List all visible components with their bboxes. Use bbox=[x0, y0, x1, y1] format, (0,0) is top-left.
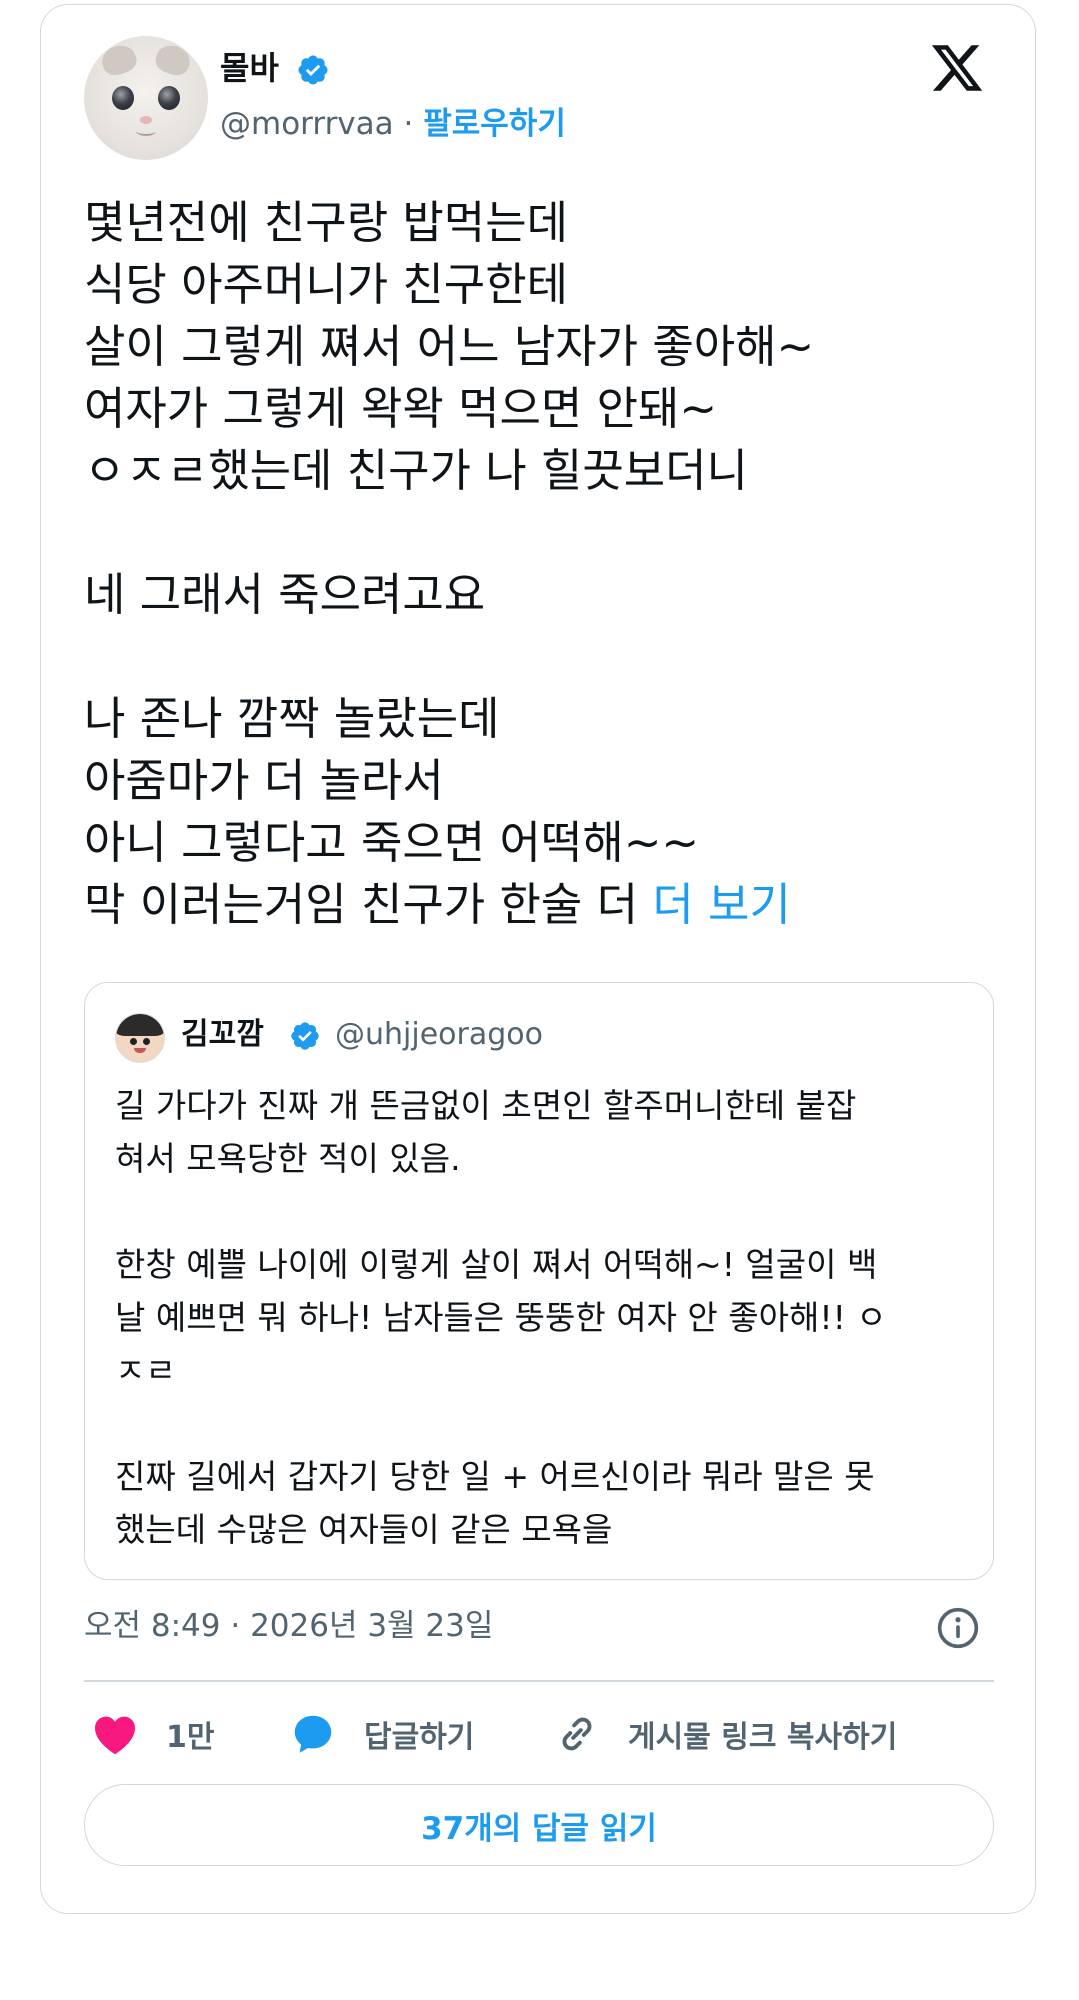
tweet-line: 아니 그렇다고 죽으면 어떡해~~ bbox=[84, 816, 700, 869]
quote-line: 길 가다가 진짜 개 뜬금없이 초면인 할주머니한테 붙잡 bbox=[115, 1086, 857, 1125]
tweet-line: 여자가 그렇게 왁왁 먹으면 안돼~ bbox=[84, 382, 718, 435]
reply-label: 답글하기 bbox=[364, 1720, 475, 1755]
link-icon bbox=[562, 1717, 592, 1751]
like-count: 1만 bbox=[166, 1720, 215, 1755]
read-replies-label: 37개의 답글 읽기 bbox=[421, 1810, 657, 1847]
quote-line: 날 예쁘면 뭐 하나! 남자들은 뚱뚱한 여자 안 좋아해!! ㅇ bbox=[115, 1298, 887, 1337]
quote-text: 길 가다가 진짜 개 뜬금없이 초면인 할주머니한테 붙잡 혀서 모욕당한 적이… bbox=[115, 1079, 965, 1556]
tweet-line: 네 그래서 죽으려고요 bbox=[84, 568, 486, 621]
quote-author-handle: @uhjjeoragoo bbox=[335, 1017, 543, 1052]
heart-icon bbox=[94, 1716, 136, 1755]
reply-bubble-icon bbox=[294, 1715, 332, 1753]
tweet-line: 나 존나 깜짝 놀랐는데 bbox=[84, 692, 500, 745]
author-name[interactable]: 몰바 bbox=[220, 48, 279, 88]
quote-author-avatar bbox=[115, 1013, 165, 1063]
quote-blank-line bbox=[115, 1185, 965, 1238]
quote-line: 했는데 수많은 여자들이 같은 모욕을 bbox=[115, 1510, 613, 1549]
author-avatar[interactable] bbox=[84, 36, 208, 160]
tweet-line: 몇년전에 친구랑 밥먹는데 bbox=[84, 196, 569, 249]
read-replies-button[interactable]: 37개의 답글 읽기 bbox=[84, 1784, 994, 1866]
show-more-link[interactable]: 더 보기 bbox=[652, 878, 791, 931]
verified-badge-icon bbox=[298, 55, 328, 85]
reply-button[interactable]: 답글하기 bbox=[290, 1708, 474, 1760]
quote-author-name: 김꼬깜 bbox=[181, 1017, 264, 1052]
info-icon[interactable] bbox=[936, 1606, 980, 1650]
quote-blank-line bbox=[115, 1397, 965, 1450]
copy-link-label: 게시물 링크 복사하기 bbox=[628, 1720, 898, 1755]
tweet-text: 몇년전에 친구랑 밥먹는데 식당 아주머니가 친구한테 살이 그렇게 쪄서 어느… bbox=[84, 192, 984, 936]
quote-line: 진짜 길에서 갑자기 당한 일 + 어르신이라 뭐라 말은 못 bbox=[115, 1457, 875, 1496]
quote-line: ㅈㄹ bbox=[115, 1351, 176, 1390]
quote-line: 혀서 모욕당한 적이 있음. bbox=[115, 1139, 461, 1178]
quoted-tweet[interactable]: 김꼬깜 @uhjjeoragoo 길 가다가 진짜 개 뜬금없이 초면인 할주머… bbox=[84, 982, 994, 1580]
divider bbox=[84, 1680, 994, 1682]
tweet-line: 식당 아주머니가 친구한테 bbox=[84, 258, 569, 311]
copy-link-button[interactable]: 게시물 링크 복사하기 bbox=[554, 1708, 897, 1760]
separator: · bbox=[403, 106, 414, 142]
author-handle[interactable]: @morrrvaa bbox=[220, 106, 394, 142]
author-handle-row: @morrrvaa · 팔로우하기 bbox=[220, 104, 566, 144]
tweet-line: ㅇㅈㄹ했는데 친구가 나 힐끗보더니 bbox=[84, 444, 748, 497]
tweet-line: 막 이러는거임 친구가 한술 더 bbox=[84, 878, 639, 931]
x-logo-icon[interactable] bbox=[928, 40, 986, 96]
tweet-line: 아줌마가 더 놀라서 bbox=[84, 754, 444, 807]
verified-badge-icon bbox=[291, 1022, 319, 1050]
follow-button[interactable]: 팔로우하기 bbox=[423, 106, 566, 142]
like-button[interactable]: 1만 bbox=[92, 1708, 214, 1760]
tweet-line: 살이 그렇게 쪄서 어느 남자가 좋아해~ bbox=[84, 320, 815, 373]
tweet-last-line: 막 이러는거임 친구가 한술 더 더 보기 bbox=[84, 874, 984, 936]
quote-line: 한창 예쁠 나이에 이렇게 살이 쪄서 어떡해~! 얼굴이 백 bbox=[115, 1245, 878, 1284]
tweet-timestamp[interactable]: 오전 8:49 · 2026년 3월 23일 bbox=[84, 1606, 493, 1646]
